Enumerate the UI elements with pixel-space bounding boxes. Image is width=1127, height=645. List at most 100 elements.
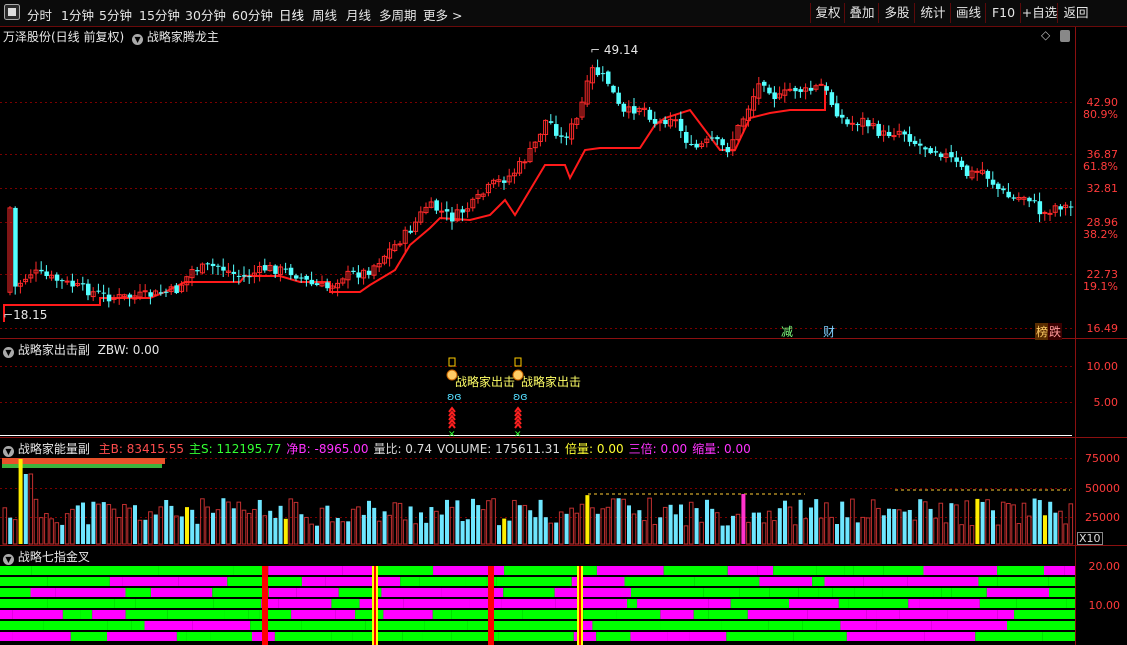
signal-stripe: [376, 566, 434, 575]
candle-body-down: [294, 275, 299, 279]
signal-stripe: [667, 632, 690, 641]
candle-body-down: [985, 170, 991, 179]
kline-chart-area[interactable]: 42.9080.9%36.8761.8%32.8128.9638.2%22.73…: [0, 0, 1127, 645]
candle-body-down: [1068, 206, 1074, 208]
volume-bar: [814, 499, 819, 544]
sub1-indicator-name[interactable]: 战略家出击副: [18, 343, 90, 357]
signal-stripe: [342, 566, 377, 575]
volume-bar: [122, 503, 127, 545]
signal-stripe: [931, 621, 1008, 630]
marker-bang[interactable]: 榜: [1035, 323, 1050, 340]
volume-bar: [127, 507, 132, 545]
signal-stripe: [694, 577, 760, 586]
volume-bar: [710, 508, 715, 544]
signal-stripe: [325, 577, 401, 586]
candle-body-down: [684, 132, 689, 143]
volume-bar: [491, 498, 496, 545]
volume-bar: [299, 514, 304, 544]
signal-stripe: [131, 621, 145, 630]
marker-cai[interactable]: 财: [823, 323, 835, 340]
signal-stripe: [624, 577, 695, 586]
signal-stripe: [773, 566, 817, 575]
crossover-bar: [262, 566, 268, 645]
marker-jian[interactable]: 减: [781, 323, 793, 340]
candle-body-up: [142, 290, 148, 293]
volume-bar: [434, 510, 439, 545]
signal-stripe: [301, 577, 326, 586]
volume-bar: [133, 505, 137, 544]
volume-bar: [215, 509, 221, 545]
volume-field-7: 缩量: 0.00: [692, 442, 751, 456]
signal-stripe: [274, 632, 332, 641]
volume-bar: [304, 516, 309, 545]
candle-body-down: [652, 118, 658, 124]
candle-body-down: [793, 87, 798, 92]
candle-body-up: [64, 280, 70, 283]
signal-stripe: [186, 632, 211, 641]
volume-bar: [111, 508, 117, 545]
signal-stripe: [178, 577, 228, 586]
volume-bar: [605, 506, 611, 545]
candle-body-down: [678, 118, 684, 132]
volume-bar: [673, 514, 678, 544]
signal-stripe: [529, 621, 583, 630]
candle-body-down: [606, 71, 611, 84]
sub3-indicator-name[interactable]: 战略七指金叉: [18, 550, 90, 564]
candle-body-down: [39, 269, 44, 272]
sub2-dropdown-icon[interactable]: ▼: [3, 446, 14, 457]
signal-stripe: [997, 610, 1015, 619]
candle-body-down: [564, 136, 569, 138]
volume-bar: [803, 518, 808, 545]
candle-body-down: [663, 119, 668, 125]
signal-label-2: 战略家出击: [521, 375, 582, 389]
signal-stripe: [951, 588, 979, 597]
volume-bar: [376, 520, 382, 545]
volume-bar: [610, 498, 616, 545]
volume-bar: [772, 520, 777, 545]
volume-bar: [735, 513, 741, 545]
signal-stripe: [816, 566, 845, 575]
volume-bar: [600, 508, 606, 545]
signal-stripe: [844, 566, 854, 575]
volume-bar: [1068, 503, 1074, 545]
sub3-dropdown-icon[interactable]: ▼: [3, 554, 14, 565]
candle-body-down: [247, 276, 252, 278]
signal-stripe: [419, 577, 466, 586]
candle-body-down: [13, 207, 18, 287]
signal-stripe: [721, 621, 769, 630]
candle-body-down: [242, 275, 247, 277]
marker-die[interactable]: 跌: [1048, 323, 1063, 340]
pct-tick-label: 80.9%: [1083, 108, 1118, 121]
volume-bar: [221, 498, 226, 544]
volume-tick-label: 50000: [1085, 482, 1120, 495]
volume-bar: [845, 517, 850, 544]
candle-body-up: [818, 83, 824, 86]
volume-bar: [777, 508, 782, 544]
volume-bar: [668, 504, 673, 544]
volume-bar: [757, 512, 761, 544]
volume-bar: [325, 505, 330, 544]
sub2-indicator-name[interactable]: 战略家能量副: [18, 442, 90, 456]
signal-stripe: [908, 599, 920, 608]
sub1-dropdown-icon[interactable]: ▼: [3, 347, 14, 358]
signal-stripe: [0, 599, 48, 608]
candle-body-down: [548, 121, 554, 123]
candle-body-up: [1047, 212, 1053, 215]
volume-bar: [943, 522, 949, 545]
signal-stripe: [975, 632, 1043, 641]
volume-bar: [590, 507, 595, 545]
signal-stripe: [467, 621, 530, 630]
trailing-support-line: [3, 85, 826, 322]
signal-stripe: [997, 566, 1044, 575]
candle-body-down: [174, 285, 179, 294]
candle-body-down: [928, 148, 933, 154]
sub2-title-row: ▼ 战略家能量副 主B: 83415.55 主S: 112195.77 净B: -8…: [3, 440, 751, 457]
signal-stripe: [43, 621, 108, 630]
candle-body-down: [886, 131, 892, 137]
signal-stripe: [703, 588, 740, 597]
candle-body-down: [1001, 188, 1006, 191]
butterfly-icon: ʚɞ: [447, 390, 462, 403]
signal-stripe: [583, 610, 617, 619]
crossover-bar-core: [374, 566, 376, 645]
candle-body-down: [715, 137, 720, 140]
